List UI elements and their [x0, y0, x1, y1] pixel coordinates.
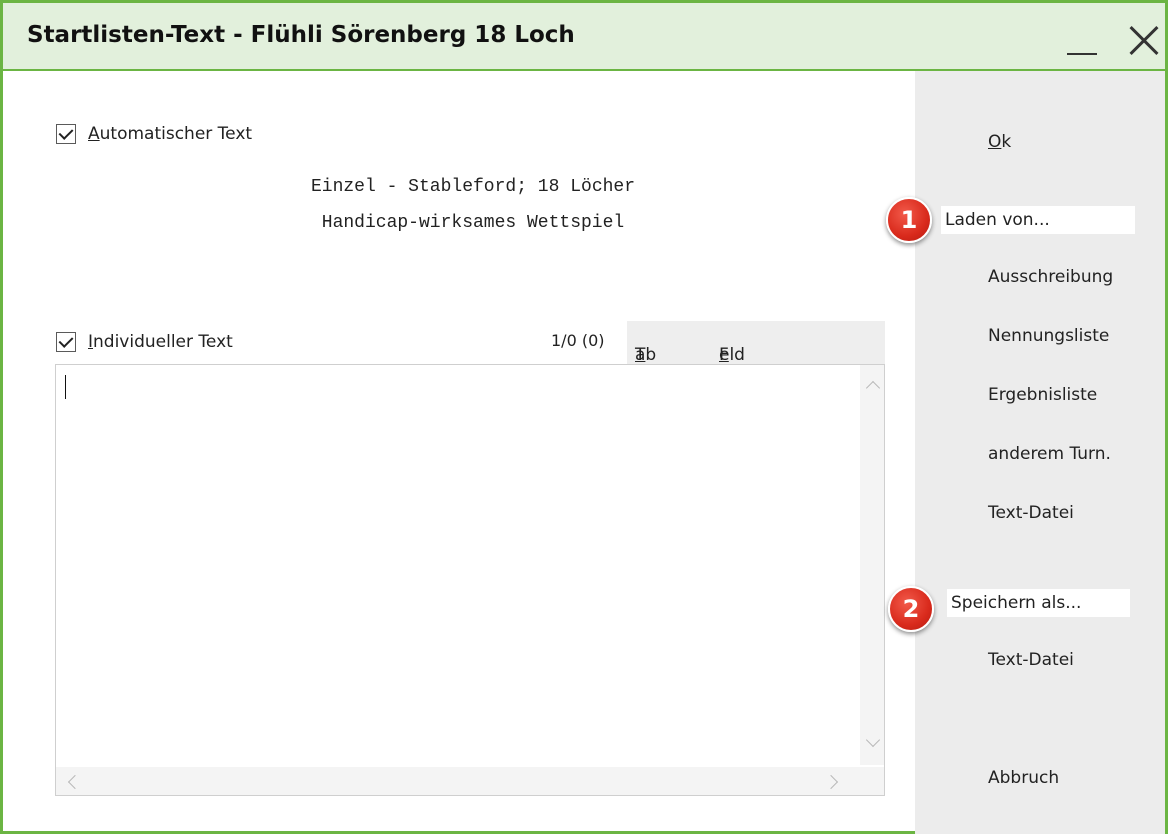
callout-badge-1: 1	[886, 197, 932, 243]
editor-toolbar: Tab -> Feld einfügen	[627, 321, 885, 385]
minimize-icon[interactable]	[1063, 19, 1103, 59]
scroll-up-icon[interactable]	[865, 380, 881, 396]
auto-text-line-2: Handicap-wirksames Wettspiel	[321, 213, 625, 233]
load-from-label: Laden von...	[941, 206, 1135, 234]
individual-text-row: Individueller Text	[56, 329, 233, 355]
vertical-scrollbar[interactable]	[860, 365, 884, 765]
save-as-label: Speichern als...	[947, 589, 1130, 617]
ok-button[interactable]: Ok	[988, 132, 1011, 152]
individual-text-editor[interactable]	[55, 364, 885, 796]
scrollbar-corner	[860, 767, 884, 795]
load-text-file-button[interactable]: Text-Datei	[988, 503, 1074, 523]
cancel-button[interactable]: Abbruch	[988, 768, 1059, 788]
auto-text-line-1: Einzel - Stableford; 18 Löcher	[310, 177, 636, 197]
save-text-file-button[interactable]: Text-Datei	[988, 650, 1074, 670]
load-result-list-button[interactable]: Ergebnisliste	[988, 385, 1097, 405]
title-bar: Startlisten-Text - Flühli Sörenberg 18 L…	[3, 3, 1165, 71]
auto-text-checkbox[interactable]	[56, 124, 76, 144]
auto-text-label[interactable]: Automatischer Text	[88, 124, 252, 144]
char-counter: 1/0 (0)	[551, 331, 605, 350]
close-icon[interactable]	[1127, 25, 1159, 57]
horizontal-scrollbar[interactable]	[56, 767, 860, 795]
auto-text-row: Automatischer Text	[56, 121, 252, 147]
load-entry-list-button[interactable]: Nennungsliste	[988, 326, 1109, 346]
window-title: Startlisten-Text - Flühli Sörenberg 18 L…	[27, 22, 575, 48]
scroll-down-icon[interactable]	[865, 732, 881, 748]
individual-text-checkbox[interactable]	[56, 332, 76, 352]
text-caret	[65, 375, 66, 399]
dialog-window: Startlisten-Text - Flühli Sörenberg 18 L…	[0, 0, 1168, 834]
scroll-right-icon[interactable]	[823, 774, 839, 790]
individual-text-label[interactable]: Individueller Text	[88, 332, 233, 352]
load-other-tournament-button[interactable]: anderem Turn.	[988, 444, 1111, 464]
callout-badge-2: 2	[888, 586, 934, 632]
scroll-left-icon[interactable]	[67, 774, 83, 790]
load-announcement-button[interactable]: Ausschreibung	[988, 267, 1113, 287]
